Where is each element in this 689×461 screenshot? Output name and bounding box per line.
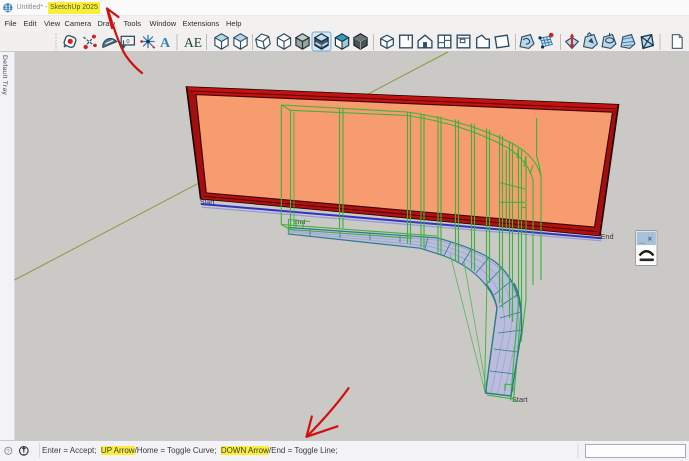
svg-text:A: A — [160, 36, 171, 51]
svg-text:×: × — [648, 235, 653, 244]
svg-text:AE: AE — [184, 35, 202, 50]
svg-text:0: 0 — [126, 39, 129, 45]
svg-text:?: ? — [6, 448, 10, 455]
svg-text:...: ... — [639, 239, 645, 246]
